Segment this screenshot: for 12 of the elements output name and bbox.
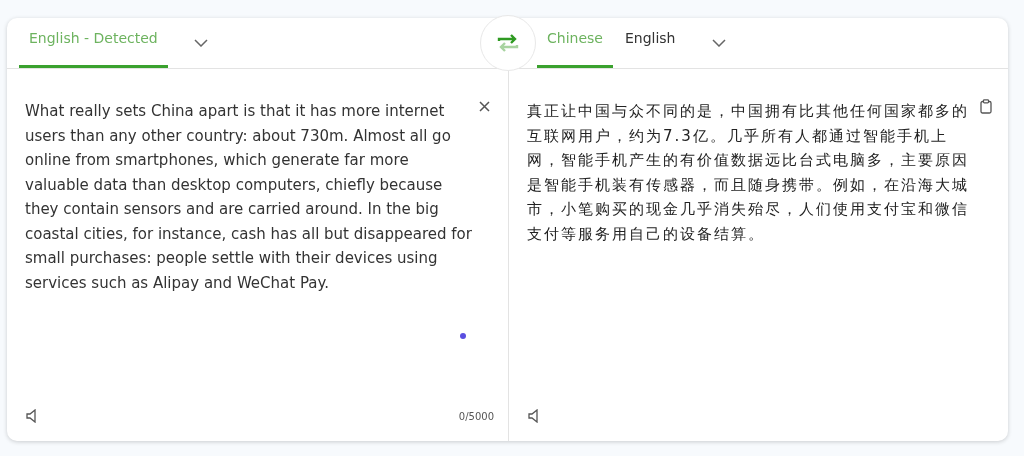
character-counter: 0/5000 — [458, 410, 494, 422]
close-icon[interactable] — [479, 101, 490, 112]
speaker-icon[interactable] — [25, 409, 39, 423]
source-text-field[interactable]: What really sets China apart is that it has more internet users than any other country: about 730m. Almost all go online from smartphones, which generate far more valuable data than desktop computers, chiefly because they contain sensors and are carried around. In the big coastal cities, for instance, cash has all but disappeared for small purchases: people settle with their devices using services such as Alipay and WeChat Pay. — [25, 99, 474, 391]
clipboard-icon[interactable] — [980, 99, 992, 114]
chevron-down-icon[interactable] — [711, 39, 726, 47]
translated-text: 真正让中国与众不同的是，中国拥有比其他任何国家都多的互联网用户，约为7.3亿。几乎所有人都通过智能手机上网，智能手机产生的有价值数据远比台式电脑多，主要原因是智能手机装有传感器，而且随身携带。例如，在沿海大城市，小笔购买的现金几乎消失殆尽，人们使用支付宝和微信支付等服务用自己的设备结算。 — [527, 101, 970, 245]
language-tab[interactable]: English — [614, 18, 686, 68]
swap-arrows-icon — [496, 32, 520, 54]
chevron-down-icon[interactable] — [193, 39, 208, 47]
dot-icon — [460, 333, 466, 339]
speaker-icon[interactable] — [527, 409, 541, 423]
